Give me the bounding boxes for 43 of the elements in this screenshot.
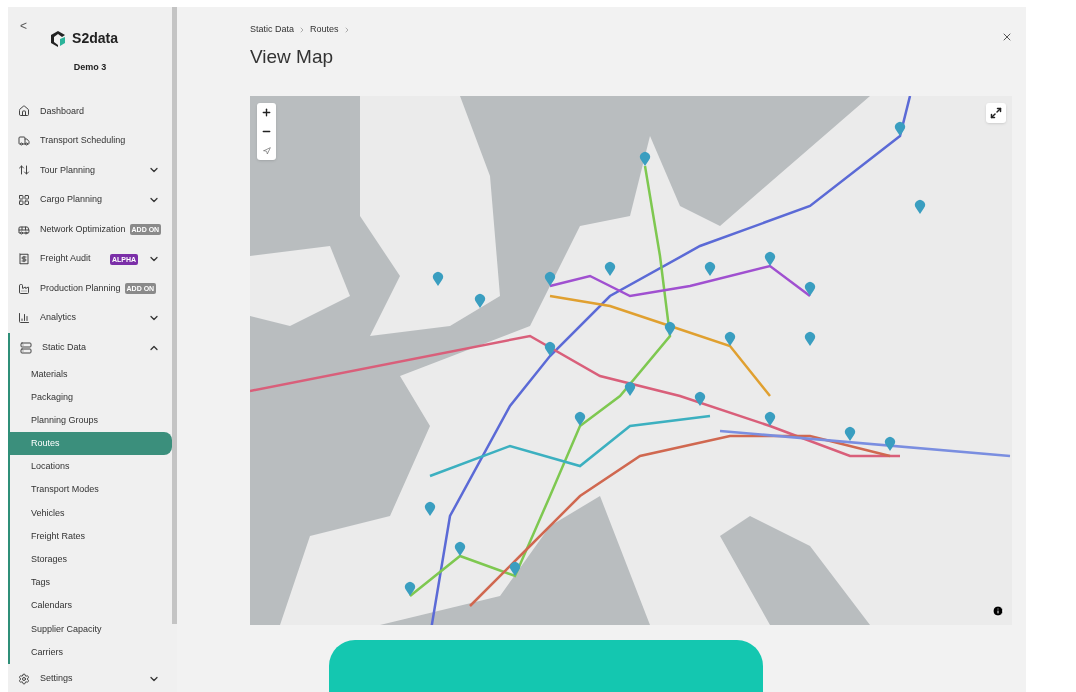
- nav-item[interactable]: Cargo Planning: [8, 185, 172, 215]
- plus-icon: [261, 107, 272, 118]
- fullscreen-button[interactable]: [986, 103, 1006, 123]
- compass-icon: [262, 146, 271, 155]
- factory-icon: [18, 282, 30, 295]
- scrollbar[interactable]: [172, 7, 177, 624]
- nav-subitem[interactable]: Supplier Capacity: [10, 617, 172, 641]
- arrows-icon: [18, 164, 30, 177]
- nav-subitem[interactable]: Materials: [10, 362, 172, 386]
- nav-subitem[interactable]: Vehicles: [10, 501, 172, 525]
- receipt-icon: [18, 253, 30, 266]
- nav-subitem[interactable]: Planning Groups: [10, 409, 172, 433]
- page-title: View Map: [250, 44, 334, 69]
- workspace-name: Demo 3: [72, 61, 108, 74]
- nav-subitem[interactable]: Packaging: [10, 385, 172, 410]
- nav-subitem[interactable]: Locations: [10, 455, 172, 479]
- brand-name: S2data: [72, 29, 118, 48]
- nav-subitem[interactable]: Tags: [10, 571, 172, 595]
- nav-subitem[interactable]: Routes: [10, 432, 172, 456]
- nav-item[interactable]: Transport Scheduling: [8, 126, 172, 156]
- logo-icon: [49, 29, 68, 48]
- nav-subitem[interactable]: Freight Rates: [10, 525, 172, 549]
- nav-subitem[interactable]: Transport Modes: [10, 478, 172, 502]
- nav-subitem[interactable]: Calendars: [10, 594, 172, 618]
- home-icon: [18, 105, 30, 118]
- nav-item[interactable]: Analytics: [8, 303, 172, 333]
- breadcrumb-link[interactable]: Routes: [310, 23, 339, 37]
- breadcrumb-link[interactable]: Static Data: [250, 23, 295, 37]
- fullscreen-icon: [990, 107, 1002, 119]
- nav-item[interactable]: Settings: [8, 664, 172, 692]
- grid-icon: [18, 193, 30, 206]
- nav-item[interactable]: Tour Planning: [8, 155, 172, 186]
- back-button[interactable]: <: [20, 20, 27, 32]
- bus-icon: [18, 223, 30, 236]
- nav-subitem[interactable]: Storages: [10, 548, 172, 572]
- server-icon: [20, 341, 32, 354]
- nav-item[interactable]: Static Data: [10, 333, 172, 363]
- nav-subitem[interactable]: Carriers: [10, 640, 172, 665]
- info-icon[interactable]: [992, 605, 1004, 617]
- nav-item[interactable]: Dashboard: [8, 96, 172, 127]
- settings-icon: [18, 673, 30, 686]
- truck-icon: [18, 134, 30, 147]
- bar-chart-icon: [18, 312, 30, 325]
